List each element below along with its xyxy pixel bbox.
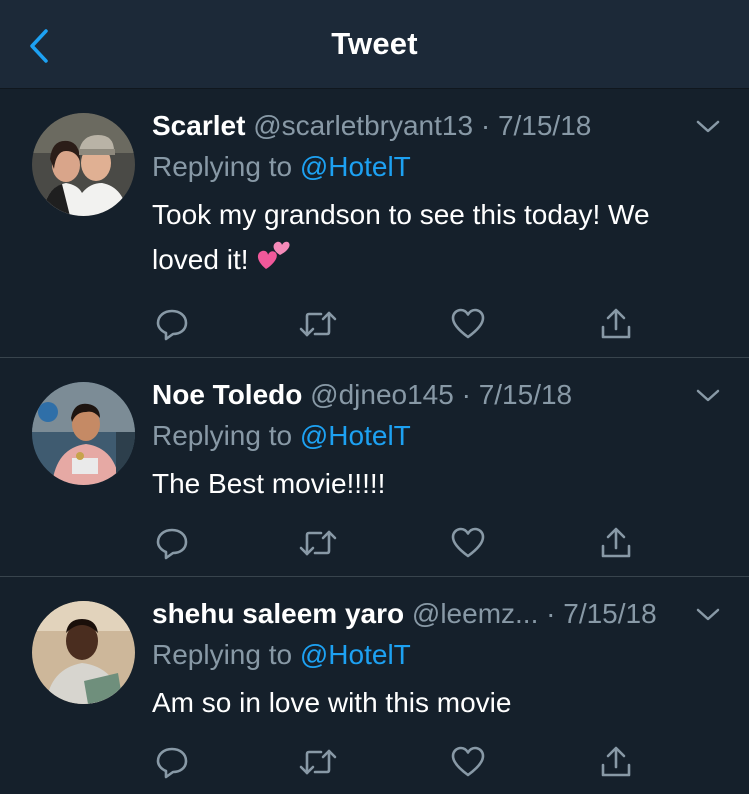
tweet-meta: shehu saleem yaro @leemz... · 7/15/18 [152, 596, 689, 632]
like-icon [451, 308, 485, 339]
retweet-icon [299, 530, 337, 556]
separator-dot: · [461, 379, 471, 410]
chevron-down-icon [696, 120, 720, 133]
tweet-item[interactable]: shehu saleem yaro @leemz... · 7/15/18 Re… [0, 578, 749, 794]
share-button[interactable] [596, 304, 636, 344]
page-title: Tweet [331, 26, 418, 61]
retweet-button[interactable] [298, 304, 338, 344]
retweet-button[interactable] [298, 523, 338, 563]
tweet-menu-button[interactable] [693, 112, 723, 142]
reply-button[interactable] [152, 304, 192, 344]
mention-link[interactable]: @HotelT [300, 151, 411, 182]
share-icon [601, 746, 631, 777]
tweet-item[interactable]: Scarlet @scarletbryant13 · 7/15/18 Reply… [0, 90, 749, 358]
like-icon [451, 527, 485, 558]
tweet-text: The Best movie!!!!! [152, 468, 386, 499]
replying-prefix: Replying to [152, 151, 300, 182]
avatar[interactable] [32, 601, 135, 704]
user-handle: @scarletbryant13 [253, 110, 474, 141]
tweet-date[interactable]: 7/15/18 [498, 110, 591, 141]
separator-dot: · [546, 598, 556, 629]
share-icon [601, 527, 631, 558]
chevron-down-icon [696, 608, 720, 621]
replying-to: Replying to @HotelT [152, 149, 411, 185]
reply-button[interactable] [152, 742, 192, 782]
share-button[interactable] [596, 523, 636, 563]
retweet-icon [299, 311, 337, 337]
tweet-meta: Noe Toledo @djneo145 · 7/15/18 [152, 377, 689, 413]
tweet-item[interactable]: Noe Toledo @djneo145 · 7/15/18 Replying … [0, 359, 749, 577]
separator-dot: · [480, 110, 491, 141]
replying-prefix: Replying to [152, 420, 300, 451]
retweet-button[interactable] [298, 742, 338, 782]
display-name[interactable]: shehu saleem yaro [152, 598, 404, 629]
two-hearts-icon [256, 239, 292, 286]
user-handle: @djneo145 [310, 379, 454, 410]
tweet-text: Am so in love with this movie [152, 687, 512, 718]
like-button[interactable] [448, 742, 488, 782]
like-icon [451, 746, 485, 777]
avatar[interactable] [32, 382, 135, 485]
like-button[interactable] [448, 523, 488, 563]
user-handle: @leemz... [411, 598, 539, 629]
share-button[interactable] [596, 742, 636, 782]
like-button[interactable] [448, 304, 488, 344]
replying-to: Replying to @HotelT [152, 637, 411, 673]
replying-prefix: Replying to [152, 639, 300, 670]
top-bar: Tweet [0, 0, 749, 89]
tweet-date[interactable]: 7/15/18 [479, 379, 572, 410]
tweet-text: Took my grandson to see this today! We l… [152, 192, 732, 286]
display-name[interactable]: Noe Toledo [152, 379, 302, 410]
replying-to: Replying to @HotelT [152, 418, 411, 454]
tweet-menu-button[interactable] [693, 600, 723, 630]
display-name[interactable]: Scarlet [152, 110, 245, 141]
mention-link[interactable]: @HotelT [300, 420, 411, 451]
reply-icon [156, 747, 188, 779]
tweet-meta: Scarlet @scarletbryant13 · 7/15/18 [152, 108, 689, 144]
retweet-icon [299, 749, 337, 775]
reply-icon [156, 309, 188, 341]
tweet-menu-button[interactable] [693, 381, 723, 411]
avatar[interactable] [32, 113, 135, 216]
tweet-date[interactable]: 7/15/18 [563, 598, 656, 629]
chevron-down-icon [696, 389, 720, 402]
tweet-text-line: Took my grandson to see this today! We [152, 199, 650, 230]
reply-button[interactable] [152, 523, 192, 563]
reply-icon [156, 528, 188, 560]
tweet-text-line-2: loved it! [152, 237, 732, 286]
tweet-text-line: loved it! [152, 244, 249, 275]
mention-link[interactable]: @HotelT [300, 639, 411, 670]
share-icon [601, 308, 631, 339]
